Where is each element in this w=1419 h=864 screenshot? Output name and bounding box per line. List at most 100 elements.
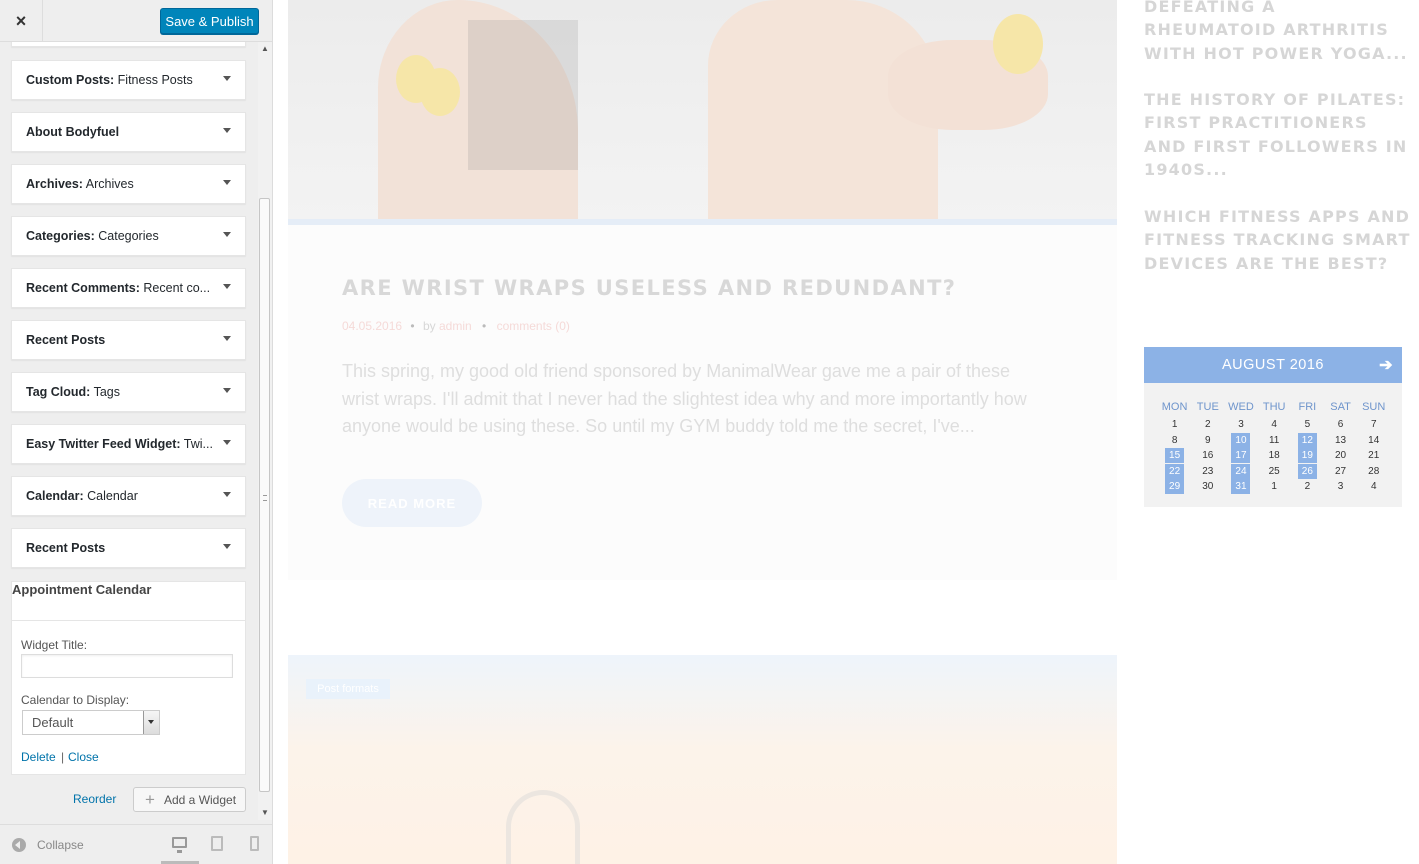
scroll-up-icon[interactable]: ▲	[260, 44, 270, 54]
calendar-day-booked[interactable]: 22	[1158, 463, 1191, 479]
collapse-button[interactable]: Collapse	[37, 838, 84, 852]
widget-item-name: Archives:	[26, 177, 83, 191]
calendar-day-booked[interactable]: 26	[1291, 463, 1324, 479]
widget-title-label: Widget Title:	[21, 638, 88, 652]
calendar-widget: AUGUST 2016 ➔ MON TUE WED THU FRI SAT SUN 1 2 3 4 5…	[1144, 347, 1402, 507]
expand-arrow-icon[interactable]	[223, 284, 231, 289]
calendar-month: AUGUST 2016	[1222, 357, 1324, 373]
post-author[interactable]: admin	[439, 319, 472, 333]
calendar-day[interactable]: 13	[1324, 433, 1357, 448]
calendar-day[interactable]: 18	[1258, 448, 1291, 463]
expand-arrow-icon[interactable]	[223, 440, 231, 445]
next-month-icon[interactable]: ➔	[1379, 355, 1393, 375]
calendar-week: 8 9 10 11 12 13 14	[1158, 432, 1391, 448]
calendar-day[interactable]: 30	[1191, 479, 1224, 494]
post-format-badge[interactable]: Post formats	[306, 679, 390, 699]
calendar-day[interactable]: 25	[1258, 464, 1291, 479]
widget-item-name: Recent Posts	[26, 541, 106, 555]
widget-item[interactable]: Custom Posts: Fitness Posts	[11, 60, 246, 100]
widget-title-input[interactable]	[21, 654, 233, 678]
calendar-day[interactable]: 2	[1291, 479, 1324, 494]
calendar-day-booked[interactable]: 19	[1291, 448, 1324, 464]
expand-arrow-icon[interactable]	[223, 128, 231, 133]
calendar-day[interactable]: 20	[1324, 448, 1357, 463]
close-icon[interactable]: ×	[0, 0, 43, 42]
widget-item[interactable]: Recent Posts	[11, 528, 246, 568]
calendar-day[interactable]: 21	[1357, 448, 1390, 463]
calendar-day-booked[interactable]: 17	[1224, 448, 1257, 464]
widget-item-partial[interactable]	[11, 42, 246, 47]
widget-item-name: Tag Cloud:	[26, 385, 91, 399]
post-featured-image[interactable]	[288, 0, 1117, 219]
calendar-select[interactable]: Default	[22, 710, 160, 735]
calendar-day-booked[interactable]: 24	[1224, 463, 1257, 479]
add-widget-label: Add a Widget	[164, 793, 237, 807]
calendar-day[interactable]: 3	[1324, 479, 1357, 494]
calendar-day[interactable]: 5	[1291, 417, 1324, 432]
post-comments[interactable]: comments (0)	[497, 319, 570, 333]
widget-item[interactable]: Recent Comments: Recent co...	[11, 268, 246, 308]
calendar-day[interactable]: 7	[1357, 417, 1390, 432]
delete-link[interactable]: Delete	[21, 750, 56, 764]
widget-item[interactable]: Easy Twitter Feed Widget: Twi...	[11, 424, 246, 464]
calendar-day[interactable]: 9	[1191, 433, 1224, 448]
calendar-day[interactable]: 1	[1258, 479, 1291, 494]
sidebar-post-link[interactable]: WHICH FITNESS APPS AND FITNESS TRACKING …	[1144, 205, 1414, 275]
expand-arrow-icon[interactable]	[223, 388, 231, 393]
next-post-image[interactable]: Post formats	[288, 655, 1117, 864]
sidebar-post-link[interactable]: DEFEATING A RHEUMATOID ARTHRITIS WITH HO…	[1144, 0, 1414, 65]
widget-item[interactable]: Recent Posts	[11, 320, 246, 360]
save-publish-button[interactable]: Save & Publish	[160, 8, 259, 34]
widget-item[interactable]: Archives: Archives	[11, 164, 246, 204]
add-widget-button[interactable]: + Add a Widget	[133, 787, 246, 812]
calendar-day-header: TUE	[1196, 401, 1219, 413]
calendar-day[interactable]: 16	[1191, 448, 1224, 463]
tablet-preview-icon[interactable]	[211, 836, 223, 851]
widget-title: Appointment Calendar	[12, 582, 152, 597]
mobile-preview-icon[interactable]	[250, 836, 259, 851]
expand-arrow-icon[interactable]	[223, 336, 231, 341]
desktop-preview-icon[interactable]	[172, 837, 187, 853]
calendar-day[interactable]: 4	[1258, 417, 1291, 432]
widget-item[interactable]: Categories: Categories	[11, 216, 246, 256]
calendar-day-booked[interactable]: 15	[1158, 448, 1191, 464]
panel-scrollbar[interactable]: ▲ ▼	[258, 42, 272, 820]
widget-header[interactable]: Appointment Calendar	[12, 582, 245, 621]
calendar-day[interactable]: 2	[1191, 417, 1224, 432]
collapse-icon[interactable]	[12, 838, 26, 852]
calendar-day-booked[interactable]: 29	[1158, 478, 1191, 494]
calendar-day[interactable]: 4	[1357, 479, 1390, 494]
calendar-day[interactable]: 23	[1191, 464, 1224, 479]
calendar-day[interactable]: 1	[1158, 417, 1191, 432]
calendar-day[interactable]: 28	[1357, 464, 1390, 479]
calendar-day-booked[interactable]: 31	[1224, 478, 1257, 494]
dropdown-arrow-icon[interactable]	[143, 711, 159, 734]
plus-icon: +	[145, 790, 155, 809]
widget-item[interactable]: Tag Cloud: Tags	[11, 372, 246, 412]
calendar-day[interactable]: 3	[1224, 417, 1257, 432]
calendar-day-booked[interactable]: 10	[1224, 432, 1257, 448]
calendar-day[interactable]: 6	[1324, 417, 1357, 432]
post-title[interactable]: ARE WRIST WRAPS USELESS AND REDUNDANT?	[342, 276, 956, 300]
widget-item[interactable]: Calendar: Calendar	[11, 476, 246, 516]
widget-item[interactable]: About Bodyfuel	[11, 112, 246, 152]
calendar-day[interactable]: 11	[1258, 433, 1291, 448]
calendar-day-booked[interactable]: 12	[1291, 432, 1324, 448]
scrollbar-thumb[interactable]	[259, 198, 270, 792]
scroll-down-icon[interactable]: ▼	[260, 808, 270, 818]
close-link[interactable]: Close	[68, 750, 99, 764]
calendar-day[interactable]: 8	[1158, 433, 1191, 448]
read-more-button[interactable]: READ MORE	[342, 479, 482, 527]
post-date[interactable]: 04.05.2016	[342, 319, 402, 333]
calendar-day-header: MON	[1161, 401, 1188, 413]
customizer-header: × Save & Publish	[0, 0, 272, 42]
expand-arrow-icon[interactable]	[223, 544, 231, 549]
expand-arrow-icon[interactable]	[223, 76, 231, 81]
expand-arrow-icon[interactable]	[223, 492, 231, 497]
expand-arrow-icon[interactable]	[223, 232, 231, 237]
calendar-day[interactable]: 27	[1324, 464, 1357, 479]
reorder-link[interactable]: Reorder	[73, 792, 116, 806]
sidebar-post-link[interactable]: THE HISTORY OF PILATES: FIRST PRACTITION…	[1144, 88, 1414, 182]
calendar-day[interactable]: 14	[1357, 433, 1390, 448]
expand-arrow-icon[interactable]	[223, 180, 231, 185]
